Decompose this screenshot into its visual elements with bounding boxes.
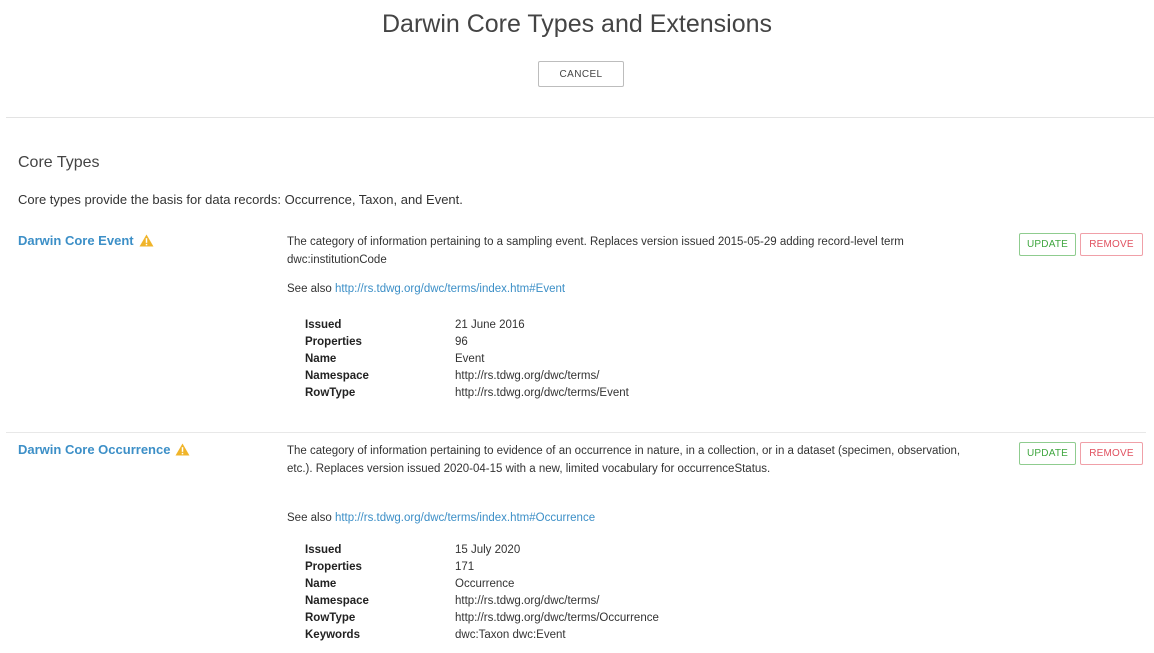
property-key: Properties <box>305 336 362 348</box>
extension-name-link[interactable]: Darwin Core Occurrence <box>18 442 190 457</box>
property-key: Name <box>305 578 337 590</box>
property-value: http://rs.tdwg.org/dwc/terms/Occurrence <box>455 612 659 624</box>
property-row: Name Occurrence <box>305 576 659 593</box>
remove-button[interactable]: REMOVE <box>1080 442 1143 465</box>
property-row: Properties 171 <box>305 559 659 576</box>
property-value: Event <box>455 353 485 365</box>
property-key: Namespace <box>305 370 369 382</box>
see-also-link[interactable]: http://rs.tdwg.org/dwc/terms/index.htm#O… <box>335 512 595 524</box>
property-key: RowType <box>305 387 356 399</box>
properties-table: Issued 15 July 2020 Properties 171 Name Occ… <box>305 542 659 644</box>
warning-triangle-icon <box>175 443 190 456</box>
property-key: RowType <box>305 612 356 624</box>
property-row: Properties 96 <box>305 334 629 351</box>
extension-name: Darwin Core Occurrence <box>18 442 171 457</box>
extension-name-link[interactable]: Darwin Core Event <box>18 233 154 248</box>
see-also-label: See also <box>287 283 332 295</box>
property-value: Occurrence <box>455 578 515 590</box>
see-also: See also http://rs.tdwg.org/dwc/terms/in… <box>287 512 595 524</box>
property-row: Issued 15 July 2020 <box>305 542 659 559</box>
property-value: 21 June 2016 <box>455 319 525 331</box>
property-row: RowType http://rs.tdwg.org/dwc/terms/Even… <box>305 385 629 402</box>
see-also-link[interactable]: http://rs.tdwg.org/dwc/terms/index.htm#E… <box>335 283 565 295</box>
property-value: 96 <box>455 336 468 348</box>
property-key: Keywords <box>305 629 360 641</box>
row-divider <box>6 432 1146 433</box>
property-key: Properties <box>305 561 362 573</box>
header-divider <box>6 117 1154 118</box>
property-key: Namespace <box>305 595 369 607</box>
section-title: Core Types <box>18 154 100 171</box>
page-title: Darwin Core Types and Extensions <box>381 10 772 38</box>
property-row: Name Event <box>305 351 629 368</box>
property-key: Issued <box>305 319 342 331</box>
property-row: Namespace http://rs.tdwg.org/dwc/terms/ <box>305 593 659 610</box>
warning-triangle-icon <box>139 234 154 247</box>
property-value: http://rs.tdwg.org/dwc/terms/Event <box>455 387 629 399</box>
property-row: Keywords dwc:Taxon dwc:Event <box>305 627 659 644</box>
update-button[interactable]: UPDATE <box>1019 442 1076 465</box>
see-also: See also http://rs.tdwg.org/dwc/terms/in… <box>287 283 565 295</box>
property-value: dwc:Taxon dwc:Event <box>455 629 566 641</box>
extension-description: The category of information pertaining t… <box>287 445 961 475</box>
update-button[interactable]: UPDATE <box>1019 233 1076 256</box>
property-row: RowType http://rs.tdwg.org/dwc/terms/Occu… <box>305 610 659 627</box>
remove-button[interactable]: REMOVE <box>1080 233 1143 256</box>
section-description: Core types provide the basis for data re… <box>18 192 463 207</box>
property-value: http://rs.tdwg.org/dwc/terms/ <box>455 595 600 607</box>
property-value: 171 <box>455 561 475 573</box>
properties-table: Issued 21 June 2016 Properties 96 Name Even… <box>305 317 629 402</box>
property-row: Issued 21 June 2016 <box>305 317 629 334</box>
property-value: 15 July 2020 <box>455 544 521 556</box>
see-also-label: See also <box>287 512 332 524</box>
extension-name: Darwin Core Event <box>18 233 134 248</box>
property-key: Issued <box>305 544 342 556</box>
property-value: http://rs.tdwg.org/dwc/terms/ <box>455 370 600 382</box>
extension-description: The category of information pertaining t… <box>287 236 904 266</box>
cancel-button[interactable]: CANCEL <box>538 61 624 87</box>
property-key: Name <box>305 353 337 365</box>
property-row: Namespace http://rs.tdwg.org/dwc/terms/ <box>305 368 629 385</box>
